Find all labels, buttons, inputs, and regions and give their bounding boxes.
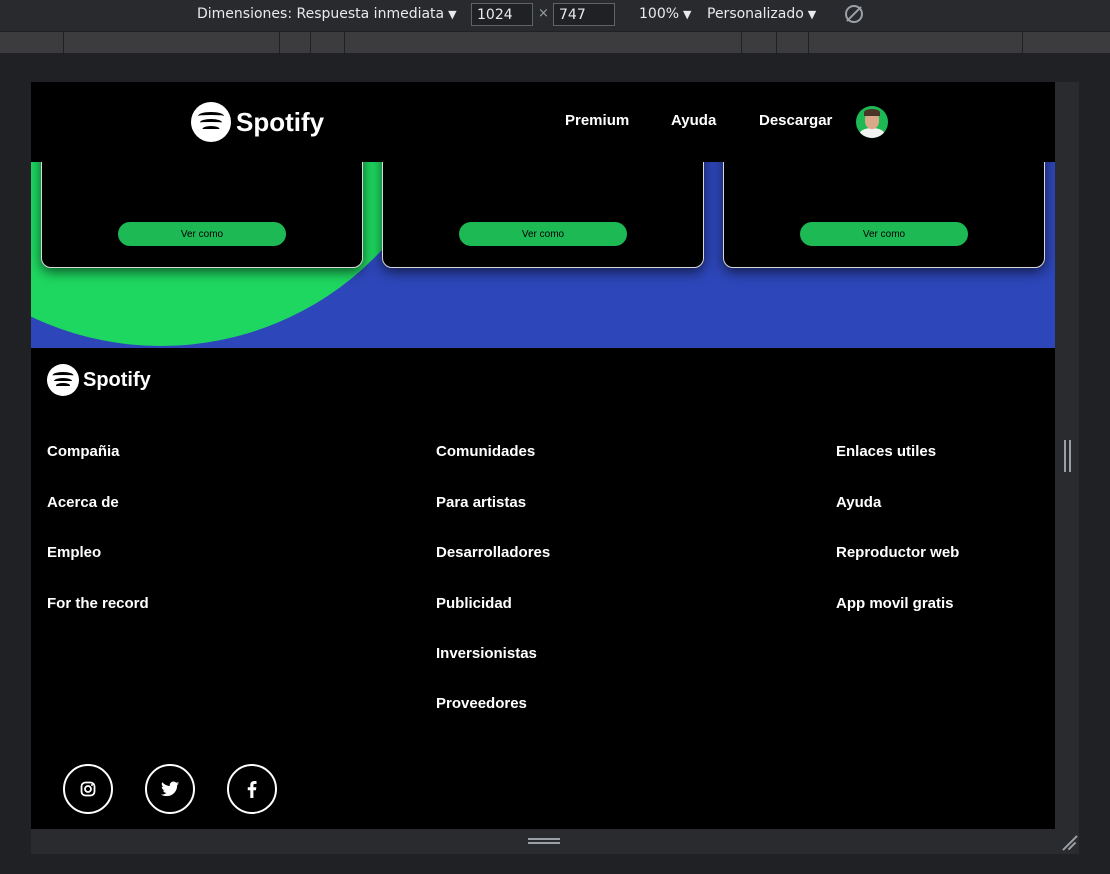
footer-link[interactable]: Empleo <box>47 544 101 561</box>
height-input[interactable] <box>553 3 615 26</box>
avatar[interactable] <box>856 106 888 138</box>
footer-link[interactable]: For the record <box>47 595 149 612</box>
chevron-down-icon: ▼ <box>807 8 817 21</box>
spotify-icon <box>191 102 231 142</box>
dimensions-dropdown[interactable]: Dimensiones: Respuesta inmediata ▼ <box>197 6 457 22</box>
width-input[interactable] <box>471 3 533 26</box>
device-viewport: Ver como Ver como Ver como Spotify Premi… <box>31 82 1055 829</box>
footer-column-title: Enlaces utiles <box>836 443 937 460</box>
footer-link[interactable]: Para artistas <box>436 494 526 511</box>
spotify-icon <box>47 364 79 396</box>
spotify-logo[interactable]: Spotify <box>191 102 324 142</box>
footer-link[interactable]: Inversionistas <box>436 645 537 662</box>
dimensions-label: Dimensiones: Respuesta inmediata <box>197 6 445 22</box>
footer-link[interactable]: Acerca de <box>47 494 119 511</box>
rotate-icon[interactable] <box>845 5 863 23</box>
nav-ayuda[interactable]: Ayuda <box>671 112 716 129</box>
chevron-down-icon: ▼ <box>448 8 457 21</box>
navbar: Spotify Premium Ayuda Descargar <box>31 82 1055 162</box>
bottom-resize-handle[interactable] <box>31 829 1079 854</box>
facebook-icon[interactable] <box>227 764 277 814</box>
throttle-dropdown[interactable]: Personalizado ▼ <box>707 6 816 22</box>
footer: Spotify Compañia Acerca de Empleo For th… <box>31 348 1055 829</box>
nav-descargar[interactable]: Descargar <box>759 112 832 129</box>
instagram-icon[interactable] <box>63 764 113 814</box>
footer-link[interactable]: Ayuda <box>836 494 881 511</box>
footer-column-title: Compañia <box>47 443 120 460</box>
corner-resize-handle[interactable] <box>1058 832 1076 850</box>
zoom-label: 100% <box>639 6 680 22</box>
footer-spotify-logo[interactable]: Spotify <box>47 364 151 396</box>
zoom-dropdown[interactable]: 100% ▼ <box>639 6 692 22</box>
footer-link[interactable]: Desarrolladores <box>436 544 550 561</box>
chevron-down-icon: ▼ <box>683 8 692 21</box>
ver-como-button[interactable]: Ver como <box>118 222 286 246</box>
footer-link[interactable]: Publicidad <box>436 595 512 612</box>
media-query-ruler[interactable] <box>0 31 1110 54</box>
twitter-icon[interactable] <box>145 764 195 814</box>
devtools-toolbar: Dimensiones: Respuesta inmediata▼ × 100%… <box>0 0 1110 31</box>
right-resize-handle[interactable] <box>1055 82 1079 829</box>
throttle-label: Personalizado <box>707 6 804 22</box>
ver-como-button[interactable]: Ver como <box>800 222 968 246</box>
footer-link[interactable]: Reproductor web <box>836 544 959 561</box>
footer-logo-text: Spotify <box>83 368 151 391</box>
footer-link[interactable]: App movil gratis <box>836 595 954 612</box>
nav-premium[interactable]: Premium <box>565 112 629 129</box>
times-separator: × <box>538 6 549 21</box>
ver-como-button[interactable]: Ver como <box>459 222 627 246</box>
logo-text: Spotify <box>236 106 325 137</box>
footer-column-title: Comunidades <box>436 443 536 460</box>
footer-link[interactable]: Proveedores <box>436 695 527 712</box>
